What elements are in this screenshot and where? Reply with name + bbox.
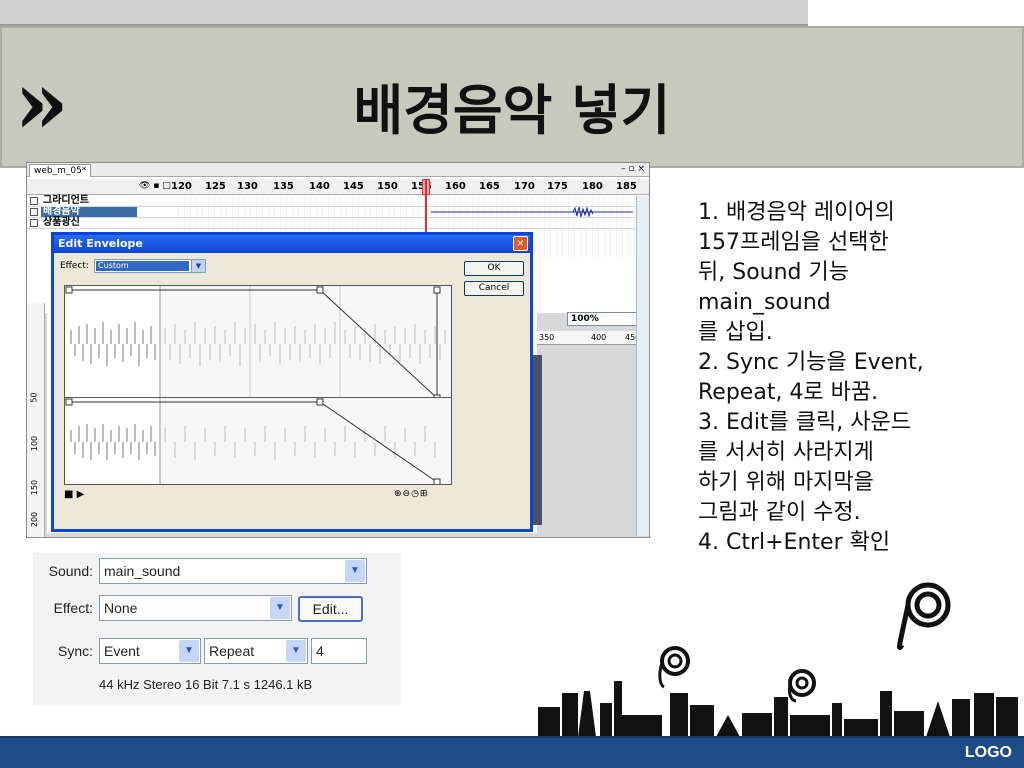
slide-header: » 배경음악 넣기	[0, 26, 1024, 168]
ruler-number: 100	[30, 435, 40, 452]
logo: LOGO	[964, 744, 1012, 761]
sound-label: Sound:	[48, 563, 93, 579]
instruction-line: 1. 배경음악 레이어의	[698, 200, 895, 225]
instruction-line: 4. Ctrl+Enter 확인	[698, 530, 891, 555]
chevron-down-icon[interactable]: ▼	[345, 560, 365, 582]
document-tab[interactable]: web_m_05*	[29, 164, 92, 177]
effect-label: Effect:	[60, 261, 89, 271]
ruler-number: 135	[273, 181, 294, 192]
effect-select[interactable]: None ▼	[99, 595, 292, 621]
cancel-button[interactable]: Cancel	[464, 281, 524, 296]
close-icon[interactable]: ×	[513, 236, 528, 251]
effect-value: Custom	[96, 261, 189, 271]
city-skyline-decoration	[538, 582, 1018, 737]
timeline-ruler: 👁 ▪ □ 120 125 130 135 140 145 150 155 16…	[27, 179, 649, 195]
waveform-svg	[65, 286, 451, 400]
instructions: 1. 배경음악 레이어의 157프레임을 선택한 뒤, Sound 기능 mai…	[698, 198, 1008, 558]
chevron-down-icon[interactable]: ▼	[191, 260, 205, 272]
flash-screenshot: web_m_05* – ▫ × 👁 ▪ □ 120 125 130 135 14…	[26, 162, 650, 538]
eye-lock-outline-icons: 👁 ▪ □	[139, 181, 171, 191]
chevron-down-icon[interactable]: ▼	[270, 597, 290, 619]
zoom-select[interactable]: 100%	[567, 312, 637, 326]
ruler-number: 160	[445, 181, 466, 192]
ruler-number: 150	[30, 479, 40, 496]
layer-icon	[30, 208, 38, 216]
sound-select[interactable]: main_sound ▼	[99, 558, 367, 584]
window-controls[interactable]: – ▫ ×	[621, 163, 645, 176]
zoom-value: 100%	[571, 314, 599, 324]
vertical-scrollbar[interactable]	[636, 196, 649, 536]
sync-value: Event	[104, 643, 140, 659]
repeat-count-input[interactable]: 4	[311, 638, 367, 664]
ruler-number: 180	[582, 181, 603, 192]
ruler-number: 400	[591, 333, 607, 342]
sync-label: Sync:	[57, 643, 93, 659]
ruler-number: 145	[343, 181, 364, 192]
repeat-select[interactable]: Repeat ▼	[204, 638, 308, 664]
layer-name: 그라디언트	[43, 195, 89, 206]
ruler-number: 125	[205, 181, 226, 192]
bottom-bar	[0, 736, 1024, 768]
instruction-line: 2. Sync 기능을 Event,	[698, 350, 924, 375]
ruler-number: 130	[237, 181, 258, 192]
instruction-line: 그림과 같이 수정.	[698, 500, 861, 525]
chevron-down-icon[interactable]: ▼	[179, 640, 199, 662]
ruler-number: 140	[309, 181, 330, 192]
repeat-value: Repeat	[209, 643, 255, 659]
instruction-line: main_sound	[698, 290, 831, 315]
effect-value: None	[104, 600, 138, 616]
waveform-svg	[65, 398, 451, 484]
instruction-line: 뒤, Sound 기능	[698, 260, 849, 285]
layer-row[interactable]: 그라디언트	[27, 196, 649, 207]
waveform-left-channel[interactable]	[64, 285, 452, 401]
effect-select[interactable]: Custom ▼	[94, 259, 206, 273]
instruction-line: 3. Edit를 클릭, 사운드	[698, 410, 912, 435]
play-stop-controls[interactable]: ■ ▶	[64, 489, 84, 500]
effect-label: Effect:	[53, 600, 93, 616]
slide-title: 배경음악 넣기	[353, 79, 671, 142]
ruler-number: 175	[547, 181, 568, 192]
ruler-number: 120	[171, 181, 192, 192]
layer-name: 배경음악	[41, 207, 137, 217]
chevron-down-icon[interactable]: ▼	[286, 640, 306, 662]
edit-envelope-dialog: Edit Envelope × Effect: Custom ▼ OK Canc…	[51, 232, 533, 532]
instruction-line: Repeat, 4로 바꿈.	[698, 380, 879, 405]
waveform-right-channel[interactable]	[64, 397, 452, 485]
ruler-number: 165	[479, 181, 500, 192]
sound-info: 44 kHz Stereo 16 Bit 7.1 s 1246.1 kB	[99, 677, 313, 692]
top-bar	[0, 0, 808, 26]
ruler-number: 170	[514, 181, 535, 192]
dialog-title: Edit Envelope	[54, 235, 530, 253]
instruction-line: 를 서서히 사라지게	[698, 440, 874, 465]
zoom-tools-icons[interactable]: ⊕⊖◷⊞	[394, 489, 428, 499]
layer-row[interactable]: 상품광신	[27, 218, 649, 229]
ruler-number: 200	[30, 511, 40, 528]
stage-image-edge	[532, 355, 542, 525]
layer-row-selected[interactable]: 배경음악	[27, 207, 649, 218]
vertical-ruler: 50 100 150 200	[27, 303, 45, 537]
sync-select[interactable]: Event ▼	[99, 638, 201, 664]
ruler-number: 350	[539, 333, 555, 342]
edit-button[interactable]: Edit...	[298, 596, 363, 622]
instruction-line: 157프레임을 선택한	[698, 230, 889, 255]
instruction-line: 하기 위해 마지막을	[698, 470, 874, 495]
layer-icon	[30, 197, 38, 205]
layer-name: 상품광신	[43, 217, 80, 228]
layer-icon	[30, 219, 38, 227]
document-tab-bar: web_m_05* – ▫ ×	[27, 163, 649, 177]
ruler-number: 185	[616, 181, 637, 192]
sound-properties-panel: Sound: main_sound ▼ Effect: None ▼ Edit.…	[33, 553, 401, 705]
instruction-line: 를 삽입.	[698, 320, 773, 345]
stage-ruler: 350 400 450	[537, 331, 640, 345]
ruler-number: 150	[377, 181, 398, 192]
ruler-number: 50	[29, 392, 39, 403]
repeat-count-value: 4	[316, 643, 324, 659]
ok-button[interactable]: OK	[464, 261, 524, 276]
sound-value: main_sound	[104, 563, 181, 579]
